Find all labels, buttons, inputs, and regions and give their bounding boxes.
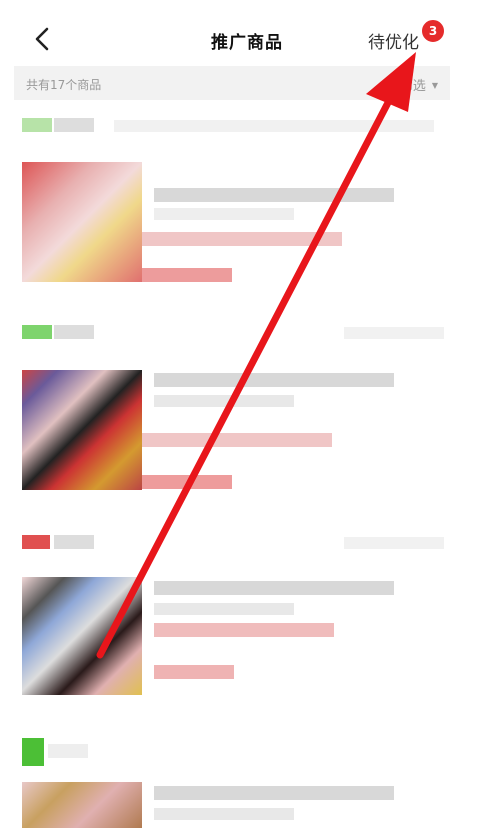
product-thumbnail-pixelated: [22, 782, 142, 828]
product-count-bar: 共有17个商品 筛选 ▼: [14, 66, 450, 100]
triangle-down-icon: ▼: [431, 81, 438, 90]
store-tag-pixelated: [22, 118, 52, 132]
header-line-pixelated: [344, 327, 444, 339]
product-subtitle-pixelated: [154, 208, 294, 220]
pending-optimization-button[interactable]: 待优化: [368, 28, 419, 53]
product-title-pixelated: [154, 786, 394, 800]
header-line-pixelated: [114, 120, 434, 132]
price-pixelated: [154, 623, 334, 637]
commission-pixelated: [154, 665, 234, 679]
product-card[interactable]: [14, 730, 450, 828]
commission-pixelated: [142, 475, 232, 489]
product-title-pixelated: [154, 373, 394, 387]
store-name-pixelated: [48, 744, 88, 758]
filter-label: 筛选: [399, 79, 426, 94]
commission-pixelated: [142, 268, 232, 282]
price-pixelated: [142, 232, 342, 246]
store-name-pixelated: [54, 325, 94, 339]
store-tag-pixelated: [22, 325, 52, 339]
product-card[interactable]: [14, 110, 450, 310]
product-title-pixelated: [154, 188, 394, 202]
header-line-pixelated: [344, 537, 444, 549]
store-name-pixelated: [54, 535, 94, 549]
product-thumbnail-pixelated: [22, 577, 142, 695]
store-name-pixelated: [54, 118, 94, 132]
product-count-text: 共有17个商品: [26, 78, 102, 92]
product-title-pixelated: [154, 581, 394, 595]
product-card[interactable]: [14, 525, 450, 725]
product-subtitle-pixelated: [154, 395, 294, 407]
store-tag-pixelated: [22, 738, 44, 766]
product-list: [0, 100, 494, 828]
product-subtitle-pixelated: [154, 603, 294, 615]
product-thumbnail-pixelated: [22, 162, 142, 282]
store-tag-pixelated: [22, 535, 50, 549]
price-pixelated: [142, 433, 332, 447]
product-thumbnail-pixelated: [22, 370, 142, 490]
product-card[interactable]: [14, 315, 450, 515]
pending-count-badge: 3: [420, 18, 446, 44]
filter-button[interactable]: 筛选 ▼: [400, 75, 438, 94]
product-subtitle-pixelated: [154, 808, 294, 820]
